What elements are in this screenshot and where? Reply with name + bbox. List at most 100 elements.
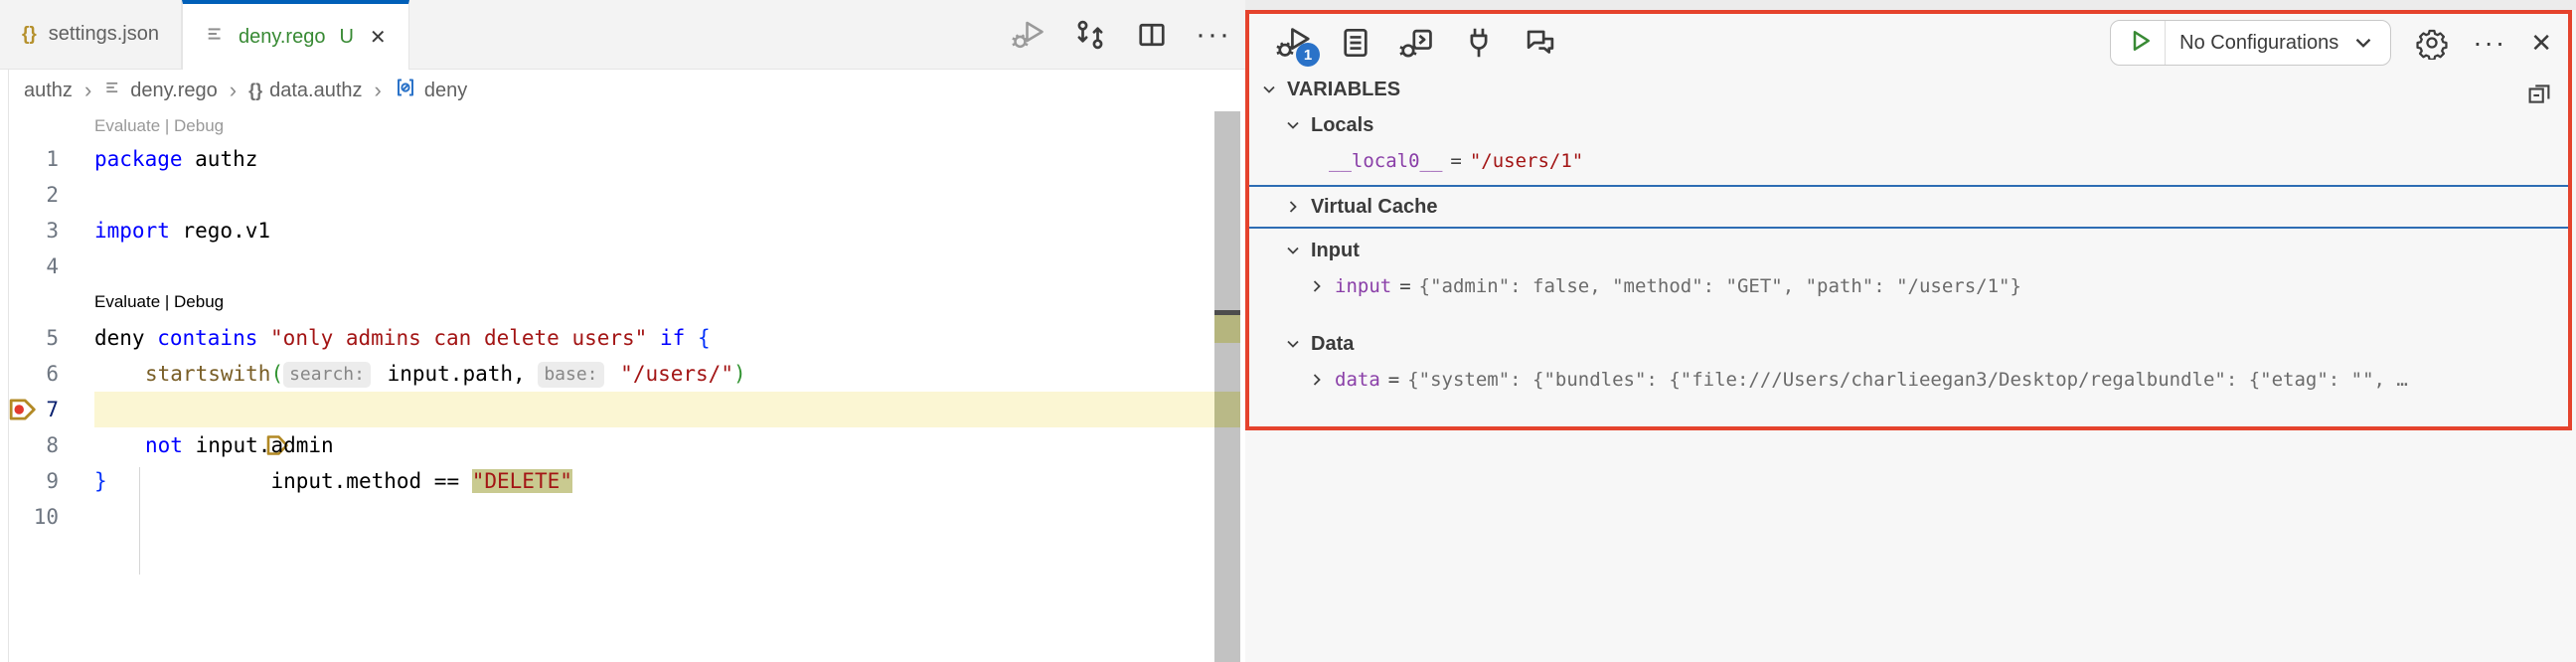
- local0-variable-row[interactable]: __local0__ = "/users/1": [1249, 143, 2568, 179]
- locals-group-header[interactable]: Locals: [1249, 107, 2568, 143]
- editor-left-border: [8, 70, 9, 662]
- launch-configuration-dropdown[interactable]: No Configurations: [2110, 20, 2391, 66]
- code-line-1[interactable]: 1 package authz: [0, 141, 1245, 177]
- codelens-evaluate-debug: Evaluate | Debug: [94, 284, 1245, 314]
- chevron-down-icon: [1283, 334, 1303, 354]
- rule-symbol-icon: [394, 76, 417, 105]
- debug-session-badge: 1: [1296, 43, 1320, 67]
- overview-ruler-line-mark: [1214, 392, 1240, 427]
- breadcrumb-separator: ›: [84, 78, 91, 103]
- panel-more-actions-icon[interactable]: ···: [2473, 27, 2506, 59]
- variable-value: "/users/1": [1470, 150, 1583, 172]
- json-braces-icon: {}: [248, 81, 262, 101]
- chevron-right-icon: [1307, 370, 1327, 390]
- editor-toolbar: ···: [1011, 0, 1231, 70]
- line-number: 5: [0, 320, 94, 356]
- breadcrumb-separator: ›: [375, 78, 382, 103]
- inlay-hint: search:: [283, 362, 371, 388]
- pill-divider: [2165, 21, 2166, 65]
- breadcrumb-item-rule[interactable]: deny: [394, 76, 467, 105]
- panel-close-icon[interactable]: ✕: [2530, 28, 2552, 59]
- play-icon[interactable]: [2125, 26, 2155, 61]
- codelens-row[interactable]: Evaluate | Debug: [0, 284, 1245, 320]
- input-group-header[interactable]: Input: [1249, 233, 2568, 268]
- code-line-7-current[interactable]: 7 input.method == "DELETE": [0, 392, 1245, 427]
- code-line-3[interactable]: 3 import rego.v1: [0, 213, 1245, 248]
- line-number: 8: [0, 427, 94, 463]
- overview-ruler-selection-mark: [1214, 315, 1240, 343]
- tab-bar: {} settings.json deny.rego U ✕: [0, 0, 1245, 70]
- debug-variables-panel: 1: [1245, 10, 2572, 430]
- data-group-header[interactable]: Data: [1249, 326, 2568, 362]
- chevron-right-icon: [1283, 197, 1303, 217]
- code-line-2[interactable]: 2: [0, 177, 1245, 213]
- debug-panel-header: 1: [1249, 14, 2568, 72]
- debug-panel-controls: No Configurations ··· ✕: [2110, 20, 2552, 66]
- rego-file-icon: [205, 23, 227, 51]
- scrollbar[interactable]: [1214, 111, 1240, 662]
- code-line-9[interactable]: 9 }: [0, 463, 1245, 499]
- codelens-evaluate-debug[interactable]: Evaluate | Debug: [0, 111, 1245, 141]
- equals-sign: =: [1442, 150, 1469, 172]
- json-braces-icon: {}: [22, 24, 37, 46]
- variables-section-header[interactable]: VARIABLES: [1249, 72, 2568, 107]
- line-number: 10: [0, 499, 94, 535]
- equals-sign: =: [1380, 369, 1407, 391]
- code-line-6[interactable]: 6 startswith(search: input.path, base: "…: [0, 356, 1245, 392]
- vscode-window: {} settings.json deny.rego U ✕: [0, 0, 2576, 662]
- tab-label: deny.rego: [239, 26, 325, 49]
- breadcrumb-item-package[interactable]: {} data.authz: [248, 80, 362, 102]
- variable-name: input: [1335, 275, 1391, 297]
- editor-pane: {} settings.json deny.rego U ✕: [0, 0, 1245, 662]
- variable-name: __local0__: [1329, 150, 1442, 172]
- tab-settings-json[interactable]: {} settings.json: [0, 0, 182, 69]
- split-editor-icon[interactable]: [1134, 17, 1170, 53]
- code-line-10[interactable]: 10: [0, 499, 1245, 535]
- plug-icon[interactable]: [1460, 24, 1498, 62]
- gear-icon[interactable]: [2415, 26, 2449, 60]
- line-number: 4: [0, 248, 94, 284]
- debug-console-icon[interactable]: [1398, 24, 1436, 62]
- code-editor[interactable]: Evaluate | Debug 1 package authz 2 3 imp…: [0, 111, 1245, 535]
- line-number: 6: [0, 356, 94, 392]
- chevron-down-icon: [2350, 30, 2376, 56]
- chevron-right-icon: [1307, 276, 1327, 296]
- variable-name: data: [1335, 369, 1380, 391]
- variable-value: {"admin": false, "method": "GET", "path"…: [1419, 275, 2021, 297]
- breadcrumb-item-file[interactable]: deny.rego: [103, 78, 217, 103]
- configuration-label: No Configurations: [2179, 32, 2338, 55]
- debug-alt-icon[interactable]: 1: [1275, 24, 1313, 62]
- comments-icon[interactable]: [1522, 24, 1559, 62]
- tab-label: settings.json: [49, 23, 159, 46]
- compare-changes-icon[interactable]: [1072, 17, 1108, 53]
- chevron-down-icon: [1283, 115, 1303, 135]
- code-line-5[interactable]: 5 deny contains "only admins can delete …: [0, 320, 1245, 356]
- panel-top-strip: [1245, 0, 2576, 10]
- chevron-down-icon: [1283, 241, 1303, 260]
- more-actions-icon[interactable]: ···: [1196, 20, 1231, 50]
- input-variable-row[interactable]: input = {"admin": false, "method": "GET"…: [1249, 268, 2568, 304]
- data-variable-row[interactable]: data = {"system": {"bundles": {"file:///…: [1249, 362, 2568, 398]
- breadcrumb: authz › deny.rego › {} data.authz › deny: [0, 70, 1245, 111]
- variable-value: {"system": {"bundles": {"file:///Users/c…: [1407, 369, 2408, 391]
- line-number: 1: [0, 141, 94, 177]
- breadcrumb-item-authz[interactable]: authz: [24, 80, 73, 102]
- git-status-badge: U: [339, 26, 353, 49]
- line-number: 2: [0, 177, 94, 213]
- inlay-hint: base:: [538, 362, 603, 388]
- chevron-down-icon: [1259, 80, 1279, 99]
- tab-deny-rego[interactable]: deny.rego U ✕: [182, 0, 409, 70]
- virtual-cache-group-header[interactable]: Virtual Cache: [1249, 185, 2568, 229]
- code-line-8[interactable]: 8 not input.admin: [0, 427, 1245, 463]
- code-line-4[interactable]: 4: [0, 248, 1245, 284]
- debug-panel-tabs: 1: [1275, 24, 1559, 62]
- debug-run-icon[interactable]: [1011, 17, 1046, 53]
- line-number: [0, 284, 94, 320]
- rego-file-icon: [103, 78, 123, 103]
- notebook-icon[interactable]: [1337, 24, 1374, 62]
- line-number: 9: [0, 463, 94, 499]
- line-number: 3: [0, 213, 94, 248]
- breadcrumb-separator: ›: [230, 78, 237, 103]
- equals-sign: =: [1391, 275, 1418, 297]
- tab-close-icon[interactable]: ✕: [370, 25, 387, 50]
